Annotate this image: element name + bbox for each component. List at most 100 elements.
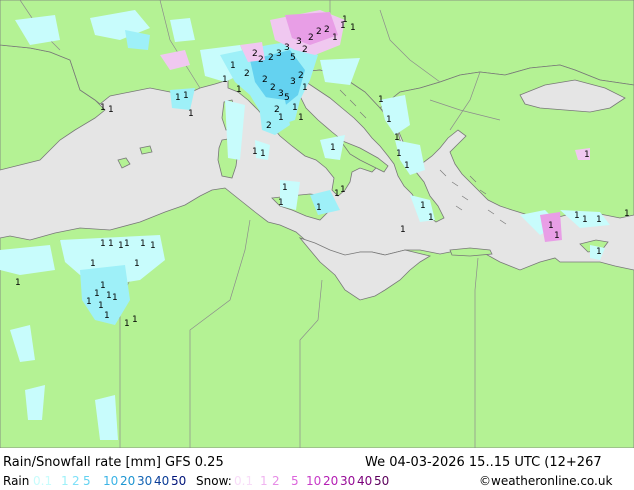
value-label: 1: [134, 259, 140, 269]
value-label: 1: [298, 113, 304, 123]
value-label: 1: [386, 115, 392, 125]
rain-legend-label: Rain: [3, 474, 30, 488]
snow-scale-value: 30: [340, 474, 356, 488]
value-label: 2: [270, 83, 276, 93]
value-label: 2: [308, 33, 314, 43]
value-label: 1: [292, 103, 298, 113]
value-label: 1: [624, 209, 630, 219]
value-label: 1: [252, 147, 258, 157]
value-label: 1: [340, 185, 346, 195]
value-label: 1: [124, 239, 130, 249]
value-label: 1: [100, 281, 106, 291]
crete-land: [449, 247, 493, 257]
value-label: 1: [104, 311, 110, 321]
value-label: 1: [400, 225, 406, 235]
value-label: 1: [90, 259, 96, 269]
rain-scale-value: 20: [120, 474, 136, 488]
value-label: 1: [118, 241, 124, 251]
forecast-datetime: We 04-03-2026 15..15 UTC (12+267: [365, 455, 602, 470]
value-label: 1: [278, 198, 284, 208]
value-label: 1: [396, 149, 402, 159]
snow-scale-value: 10: [306, 474, 322, 488]
value-label: 1: [332, 33, 338, 43]
value-label: 1: [342, 15, 348, 25]
value-label: 1: [582, 215, 588, 225]
value-label: 1: [15, 278, 21, 288]
value-label: 2: [266, 121, 272, 131]
value-label: 1: [394, 133, 400, 143]
value-label: 1: [574, 211, 580, 221]
value-label: 2: [258, 55, 264, 65]
value-label: 1: [334, 189, 340, 199]
value-label: 2: [268, 53, 274, 63]
snow-scale-value: 5: [291, 474, 299, 488]
value-label: 1: [230, 61, 236, 71]
value-label: 1: [302, 83, 308, 93]
snow-scale-value: 20: [323, 474, 339, 488]
value-label: 1: [86, 297, 92, 307]
value-label: 1: [282, 183, 288, 193]
value-label: 1: [420, 201, 426, 211]
rain-scale-value: 30: [137, 474, 153, 488]
value-label: 1: [278, 113, 284, 123]
value-label: 2: [262, 75, 268, 85]
weather-map: 1 1 1 1 1 1 1 1 2 2 2 2 3 3 5 3 2 2 2 2 …: [0, 0, 634, 448]
value-label: 1: [378, 95, 384, 105]
value-label: 3: [276, 49, 282, 59]
rain-scale-value: 0.1: [33, 474, 53, 488]
map-title: Rain/Snowfall rate [mm] GFS 0.25: [3, 455, 224, 470]
rain-scale-value: 2: [72, 474, 80, 488]
snow-scale-value: 1: [260, 474, 268, 488]
rain-scale-value: 1: [61, 474, 69, 488]
rain-scale-value: 10: [103, 474, 119, 488]
value-label: 1: [404, 161, 410, 171]
value-label: 1: [132, 315, 138, 325]
value-label: 1: [596, 215, 602, 225]
value-label: 1: [124, 319, 130, 329]
rain-scale-value: 40: [154, 474, 170, 488]
value-label: 3: [284, 43, 290, 53]
value-label: 3: [278, 89, 284, 99]
snow-scale-value: 40: [357, 474, 373, 488]
value-label: 1: [106, 291, 112, 301]
value-label: 1: [98, 301, 104, 311]
value-label: 5: [290, 53, 296, 63]
value-label: 1: [140, 239, 146, 249]
value-label: 1: [222, 75, 228, 85]
value-label: 1: [236, 85, 242, 95]
value-label: 2: [316, 27, 322, 37]
value-label: 1: [108, 105, 114, 115]
value-label: 1: [260, 149, 266, 159]
value-label: 1: [428, 213, 434, 223]
snow-legend-label: Snow:: [196, 474, 232, 488]
value-label: 2: [244, 69, 250, 79]
value-label: 1: [183, 91, 189, 101]
value-label: 1: [584, 150, 590, 160]
value-label: 1: [100, 239, 106, 249]
value-label: 5: [284, 93, 290, 103]
value-label: 1: [100, 103, 106, 113]
snow-scale-value: 50: [374, 474, 390, 488]
rain-scale-value: 5: [83, 474, 91, 488]
value-label: 1: [554, 231, 560, 241]
value-label: 1: [150, 241, 156, 251]
value-label: 1: [188, 109, 194, 119]
value-label: 2: [302, 45, 308, 55]
value-label: 1: [175, 93, 181, 103]
value-label: 1: [112, 293, 118, 303]
value-label: 2: [298, 71, 304, 81]
value-label: 1: [548, 221, 554, 231]
value-label: 1: [350, 23, 356, 33]
rain-scale-value: 50: [171, 474, 187, 488]
value-label: 3: [296, 37, 302, 47]
value-label: 1: [316, 203, 322, 213]
credit-text: ©weatheronline.co.uk: [479, 474, 613, 488]
snow-scale-value: 0.1: [234, 474, 254, 488]
value-label: 1: [94, 289, 100, 299]
value-label: 1: [330, 143, 336, 153]
value-label: 1: [108, 239, 114, 249]
snow-scale-value: 2: [272, 474, 280, 488]
value-label: 3: [290, 77, 296, 87]
value-label: 2: [252, 49, 258, 59]
value-label: 2: [324, 25, 330, 35]
